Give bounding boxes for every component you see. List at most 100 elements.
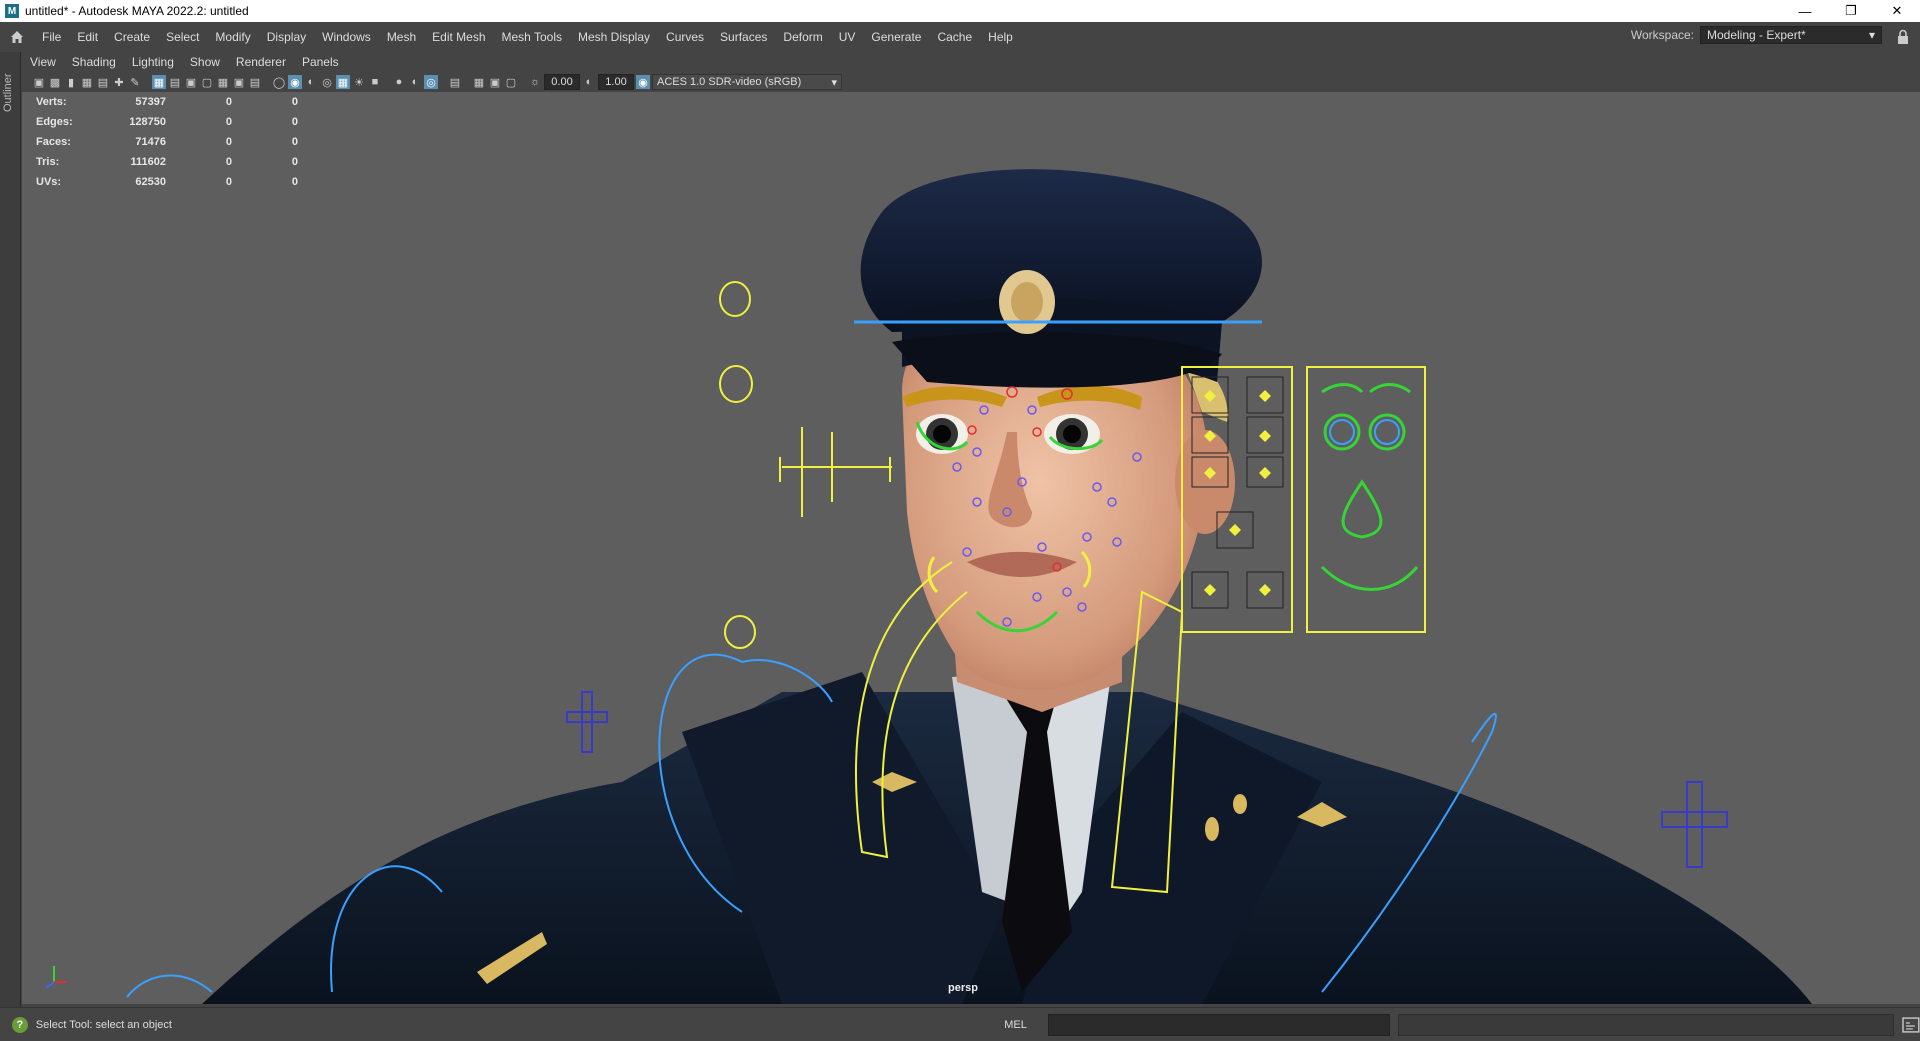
xray-icon[interactable]: ▦ (472, 75, 486, 89)
xray-joints-icon[interactable]: ▣ (488, 75, 502, 89)
grease-pencil-icon[interactable]: ✎ (128, 75, 142, 89)
gamma-icon[interactable]: ◐ (582, 75, 596, 89)
anti-aliasing-icon[interactable]: ◎ (424, 75, 438, 89)
window-title-bar: M untitled* - Autodesk MAYA 2022.2: unti… (0, 0, 1920, 22)
help-line-text: Select Tool: select an object (35, 1018, 172, 1031)
maya-app-icon: M (5, 4, 19, 18)
camera-attributes-icon[interactable]: ▩ (48, 75, 62, 89)
menu-file[interactable]: File (34, 30, 69, 44)
field-chart-icon[interactable]: ▦ (216, 75, 230, 89)
menu-mesh[interactable]: Mesh (379, 30, 424, 44)
character-cap[interactable] (860, 169, 1262, 388)
main-menu-bar: File Edit Create Select Modify Display W… (0, 22, 1920, 53)
exposure-field[interactable]: 0.00 (544, 74, 580, 90)
hud-value: 128750 (129, 116, 166, 128)
command-language-toggle[interactable]: MEL (1004, 1019, 1047, 1031)
menu-help[interactable]: Help (980, 30, 1021, 44)
close-icon[interactable]: ✕ (1874, 0, 1920, 22)
menu-select[interactable]: Select (158, 30, 207, 44)
image-plane-icon[interactable]: ▦ (80, 75, 94, 89)
panel-menu-shading[interactable]: Shading (64, 55, 124, 69)
viewport-persp[interactable]: Verts: 57397 0 0 Edges: 128750 0 0 Faces… (22, 92, 1920, 1004)
panel-menu-panels[interactable]: Panels (294, 55, 347, 69)
color-management-icon[interactable]: ◉ (636, 75, 650, 89)
chevron-down-icon: ▾ (831, 76, 837, 89)
menu-generate[interactable]: Generate (863, 30, 929, 44)
menu-edit[interactable]: Edit (69, 30, 106, 44)
bookmark-icon[interactable]: ▮ (64, 75, 78, 89)
hud-row: Edges: 128750 0 0 (36, 112, 298, 132)
ambient-occlusion-icon[interactable]: ● (392, 75, 406, 89)
safe-title-icon[interactable]: ▤ (248, 75, 262, 89)
color-space-value: ACES 1.0 SDR-video (sRGB) (657, 76, 802, 88)
gate-mask-icon[interactable]: ▢ (200, 75, 214, 89)
hud-value: 0 (291, 176, 298, 188)
motion-blur-icon[interactable]: ◐ (408, 75, 422, 89)
menu-edit-mesh[interactable]: Edit Mesh (424, 30, 493, 44)
hud-value: 0 (225, 136, 232, 148)
lock-icon[interactable] (1896, 29, 1910, 45)
hud-value: 0 (225, 156, 232, 168)
menu-display[interactable]: Display (259, 30, 314, 44)
workspace-dropdown[interactable]: Modeling - Expert* ▾ (1700, 26, 1882, 44)
hud-label: Verts: (36, 96, 67, 108)
default-material-icon[interactable]: ◐ (304, 75, 318, 89)
viewport-scene (126, 169, 1812, 1004)
minimize-icon[interactable]: — (1782, 0, 1828, 22)
xray-components-icon[interactable]: ▢ (504, 75, 518, 89)
menu-uv[interactable]: UV (831, 30, 864, 44)
hud-value: 71476 (135, 136, 166, 148)
restore-icon[interactable]: ❐ (1828, 0, 1874, 22)
menu-cache[interactable]: Cache (929, 30, 980, 44)
hud-value: 0 (225, 96, 232, 108)
color-space-dropdown[interactable]: ACES 1.0 SDR-video (sRGB) ▾ (652, 74, 842, 90)
command-result-field (1398, 1013, 1895, 1036)
hud-value: 0 (291, 136, 298, 148)
menu-mesh-tools[interactable]: Mesh Tools (494, 30, 570, 44)
hud-value: 0 (291, 116, 298, 128)
smooth-shade-icon[interactable]: ◉ (288, 75, 302, 89)
safe-action-icon[interactable]: ▣ (232, 75, 246, 89)
exposure-icon[interactable]: ☼ (528, 75, 542, 89)
pan-zoom-icon[interactable]: ✚ (112, 75, 126, 89)
panel-menu-show[interactable]: Show (182, 55, 228, 69)
shadows-icon[interactable]: ■ (368, 75, 382, 89)
panel-menu-renderer[interactable]: Renderer (228, 55, 294, 69)
film-gate-icon[interactable]: ▤ (96, 75, 110, 89)
hud-value: 0 (225, 116, 232, 128)
panel-menu-view[interactable]: View (22, 55, 64, 69)
panel-menu-lighting[interactable]: Lighting (124, 55, 182, 69)
wireframe-icon[interactable]: ◯ (272, 75, 286, 89)
outliner-tab[interactable]: Outliner (0, 52, 21, 1007)
command-line-input[interactable] (1047, 1013, 1391, 1036)
home-icon[interactable] (4, 24, 30, 50)
hud-label: Edges: (36, 116, 73, 128)
resolution-gate-icon[interactable]: ▣ (184, 75, 198, 89)
gamma-field[interactable]: 1.00 (598, 74, 634, 90)
isolate-select-icon[interactable]: ▤ (448, 75, 462, 89)
wireframe-on-shaded-icon[interactable]: ◎ (320, 75, 334, 89)
textured-icon[interactable]: ▦ (336, 75, 350, 89)
camera-name-label: persp (948, 982, 978, 994)
grid-icon[interactable]: ▦ (152, 75, 166, 89)
script-editor-icon[interactable] (1902, 1016, 1920, 1034)
hud-label: UVs: (36, 176, 62, 188)
hud-value: 0 (291, 156, 298, 168)
menu-surfaces[interactable]: Surfaces (712, 30, 775, 44)
poly-count-hud: Verts: 57397 0 0 Edges: 128750 0 0 Faces… (36, 92, 298, 192)
workspace-value: Modeling - Expert* (1707, 28, 1806, 42)
help-line: ? Select Tool: select an object MEL (0, 1007, 1920, 1041)
menu-modify[interactable]: Modify (207, 30, 258, 44)
help-question-icon[interactable]: ? (12, 1016, 28, 1033)
menu-curves[interactable]: Curves (658, 30, 712, 44)
menu-windows[interactable]: Windows (314, 30, 379, 44)
panel-menu-bar: View Shading Lighting Show Renderer Pane… (22, 52, 1920, 72)
menu-create[interactable]: Create (106, 30, 158, 44)
use-all-lights-icon[interactable]: ☀ (352, 75, 366, 89)
select-camera-icon[interactable]: ▣ (32, 75, 46, 89)
film-icon[interactable]: ▤ (168, 75, 182, 89)
workspace-label: Workspace: (1630, 28, 1694, 42)
menu-mesh-display[interactable]: Mesh Display (570, 30, 658, 44)
menu-deform[interactable]: Deform (775, 30, 830, 44)
hud-label: Faces: (36, 136, 71, 148)
